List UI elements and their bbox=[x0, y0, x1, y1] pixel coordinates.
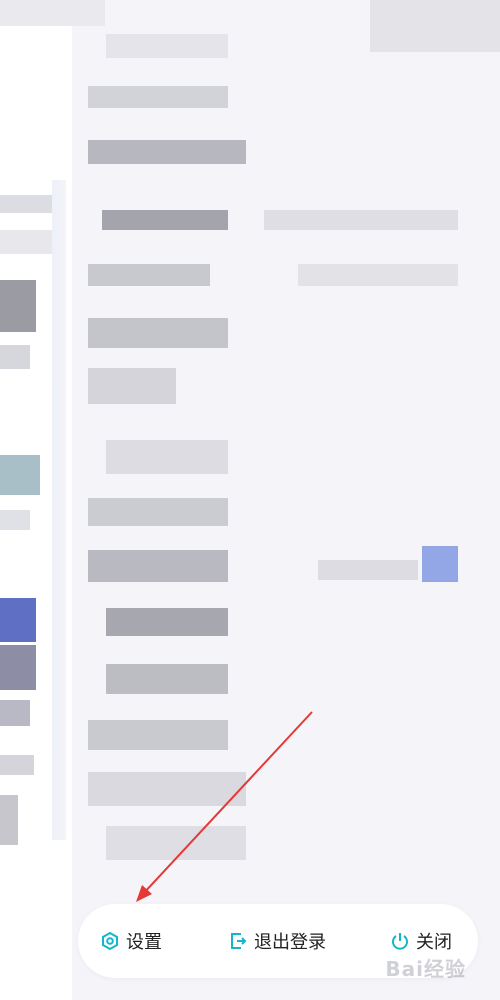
logout-button[interactable]: 退出登录 bbox=[228, 904, 326, 978]
drawer-edge bbox=[52, 180, 66, 840]
blurred-content bbox=[0, 0, 105, 26]
menu-item[interactable] bbox=[88, 440, 468, 480]
menu-item[interactable] bbox=[88, 314, 468, 354]
menu-item[interactable] bbox=[88, 660, 468, 700]
menu-item[interactable] bbox=[88, 712, 468, 752]
menu-item[interactable] bbox=[88, 260, 468, 300]
close-label: 关闭 bbox=[416, 932, 452, 953]
blurred-content bbox=[0, 755, 34, 775]
blurred-content bbox=[0, 345, 30, 369]
settings-label: 设置 bbox=[126, 932, 162, 953]
blurred-content bbox=[0, 645, 36, 690]
menu-item[interactable] bbox=[88, 368, 468, 408]
blurred-content bbox=[0, 230, 52, 254]
blurred-content bbox=[0, 795, 18, 845]
menu-item[interactable] bbox=[88, 136, 468, 176]
menu-item[interactable] bbox=[88, 826, 468, 866]
menu-item[interactable] bbox=[88, 78, 468, 118]
blurred-content bbox=[0, 700, 30, 726]
logout-icon bbox=[231, 933, 247, 949]
menu-item[interactable] bbox=[88, 206, 468, 246]
toggle-switch[interactable] bbox=[422, 546, 458, 582]
menu-item[interactable] bbox=[88, 494, 468, 534]
blurred-content bbox=[0, 195, 52, 213]
settings-button[interactable]: 设置 bbox=[100, 904, 162, 978]
blurred-content bbox=[0, 280, 36, 332]
blurred-content bbox=[0, 510, 30, 530]
logout-label: 退出登录 bbox=[254, 932, 326, 953]
menu-item[interactable] bbox=[88, 604, 468, 644]
menu-item[interactable] bbox=[88, 546, 468, 586]
watermark: Bai经验 bbox=[385, 957, 466, 981]
menu-item[interactable] bbox=[88, 30, 468, 70]
menu-item[interactable] bbox=[88, 772, 468, 812]
blurred-content bbox=[0, 455, 40, 495]
blurred-content bbox=[0, 598, 36, 642]
settings-icon bbox=[102, 931, 118, 951]
power-icon bbox=[392, 933, 408, 950]
